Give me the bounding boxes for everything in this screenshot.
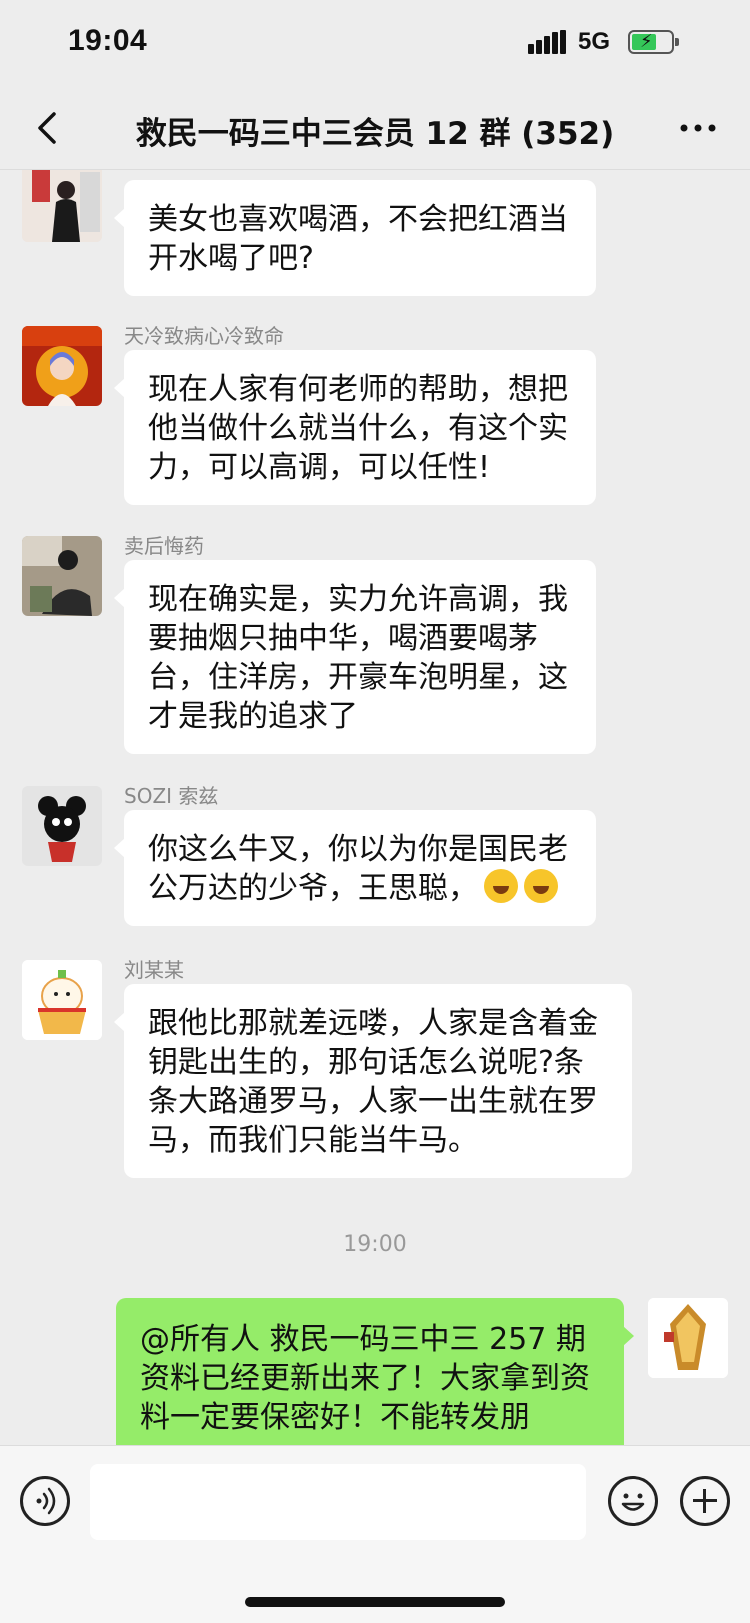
sender-name: 刘某某	[124, 958, 184, 982]
avatar[interactable]	[22, 536, 102, 616]
rofl-emoji-icon	[484, 869, 518, 903]
voice-button[interactable]	[20, 1476, 70, 1526]
message-bubble[interactable]: 现在人家有何老师的帮助，想把他当做什么就当什么，有这个实力，可以高调，可以任性!	[114, 350, 596, 505]
own-avatar[interactable]	[648, 1298, 728, 1378]
status-time: 19:04	[68, 24, 148, 57]
avatar[interactable]	[22, 326, 102, 406]
home-indicator	[245, 1597, 505, 1607]
message-bubble[interactable]: 跟他比那就差远喽，人家是含着金钥匙出生的，那句话怎么说呢?条条大路通罗马，人家一…	[114, 984, 632, 1178]
status-bar: 19:04 5G ⚡	[0, 0, 750, 86]
battery-icon: ⚡	[628, 30, 679, 54]
rofl-emoji-icon	[524, 869, 558, 903]
chat-message-list[interactable]: 美女也喜欢喝酒，不会把红酒当开水喝了吧? 天冷致病心冷致命 现在人家有何老师的帮…	[0, 170, 750, 1445]
avatar[interactable]	[22, 170, 102, 242]
message-bubble[interactable]: 现在确实是，实力允许高调，我要抽烟只抽中华，喝酒要喝茅台，住洋房，开豪车泡明星，…	[114, 560, 596, 754]
more-dots-icon	[680, 124, 716, 132]
message-text: 现在人家有何老师的帮助，想把他当做什么就当什么，有这个实力，可以高调，可以任性!	[148, 372, 568, 485]
plus-button[interactable]	[680, 1476, 730, 1526]
voice-icon	[36, 1487, 56, 1515]
emoji-button[interactable]	[608, 1476, 658, 1526]
chat-title: 救民一码三中三会员 12 群 (352)	[135, 116, 615, 152]
message-bubble[interactable]: 你这么牛叉，你以为你是国民老公万达的少爷，王思聪，	[114, 810, 596, 926]
more-button[interactable]	[674, 110, 722, 146]
message-text: 跟他比那就差远喽，人家是含着金钥匙出生的，那句话怎么说呢?条条大路通罗马，人家一…	[148, 1006, 598, 1158]
message-input[interactable]	[90, 1464, 586, 1540]
input-bar	[0, 1445, 750, 1623]
sender-name: 天冷致病心冷致命	[124, 324, 284, 348]
nav-bar: 救民一码三中三会员 12 群 (352)	[0, 86, 750, 170]
message-bubble[interactable]: 美女也喜欢喝酒，不会把红酒当开水喝了吧?	[114, 180, 596, 296]
sender-name: 卖后悔药	[124, 534, 204, 558]
avatar[interactable]	[22, 960, 102, 1040]
outgoing-message-bubble[interactable]: @所有人 救民一码三中三 257 期资料已经更新出来了！大家拿到资料一定要保密好…	[116, 1298, 634, 1445]
signal-icon	[528, 30, 566, 54]
sender-name: SOZI 索兹	[124, 784, 219, 808]
message-text: 美女也喜欢喝酒，不会把红酒当开水喝了吧?	[148, 202, 568, 276]
emoji-icon	[621, 1493, 645, 1511]
network-type: 5G	[578, 28, 611, 55]
avatar[interactable]	[22, 786, 102, 866]
message-text: @所有人 救民一码三中三 257 期资料已经更新出来了！大家拿到资料一定要保密好…	[140, 1322, 590, 1435]
time-separator: 19:00	[343, 1232, 407, 1257]
message-text: 现在确实是，实力允许高调，我要抽烟只抽中华，喝酒要喝茅台，住洋房，开豪车泡明星，…	[148, 582, 568, 734]
